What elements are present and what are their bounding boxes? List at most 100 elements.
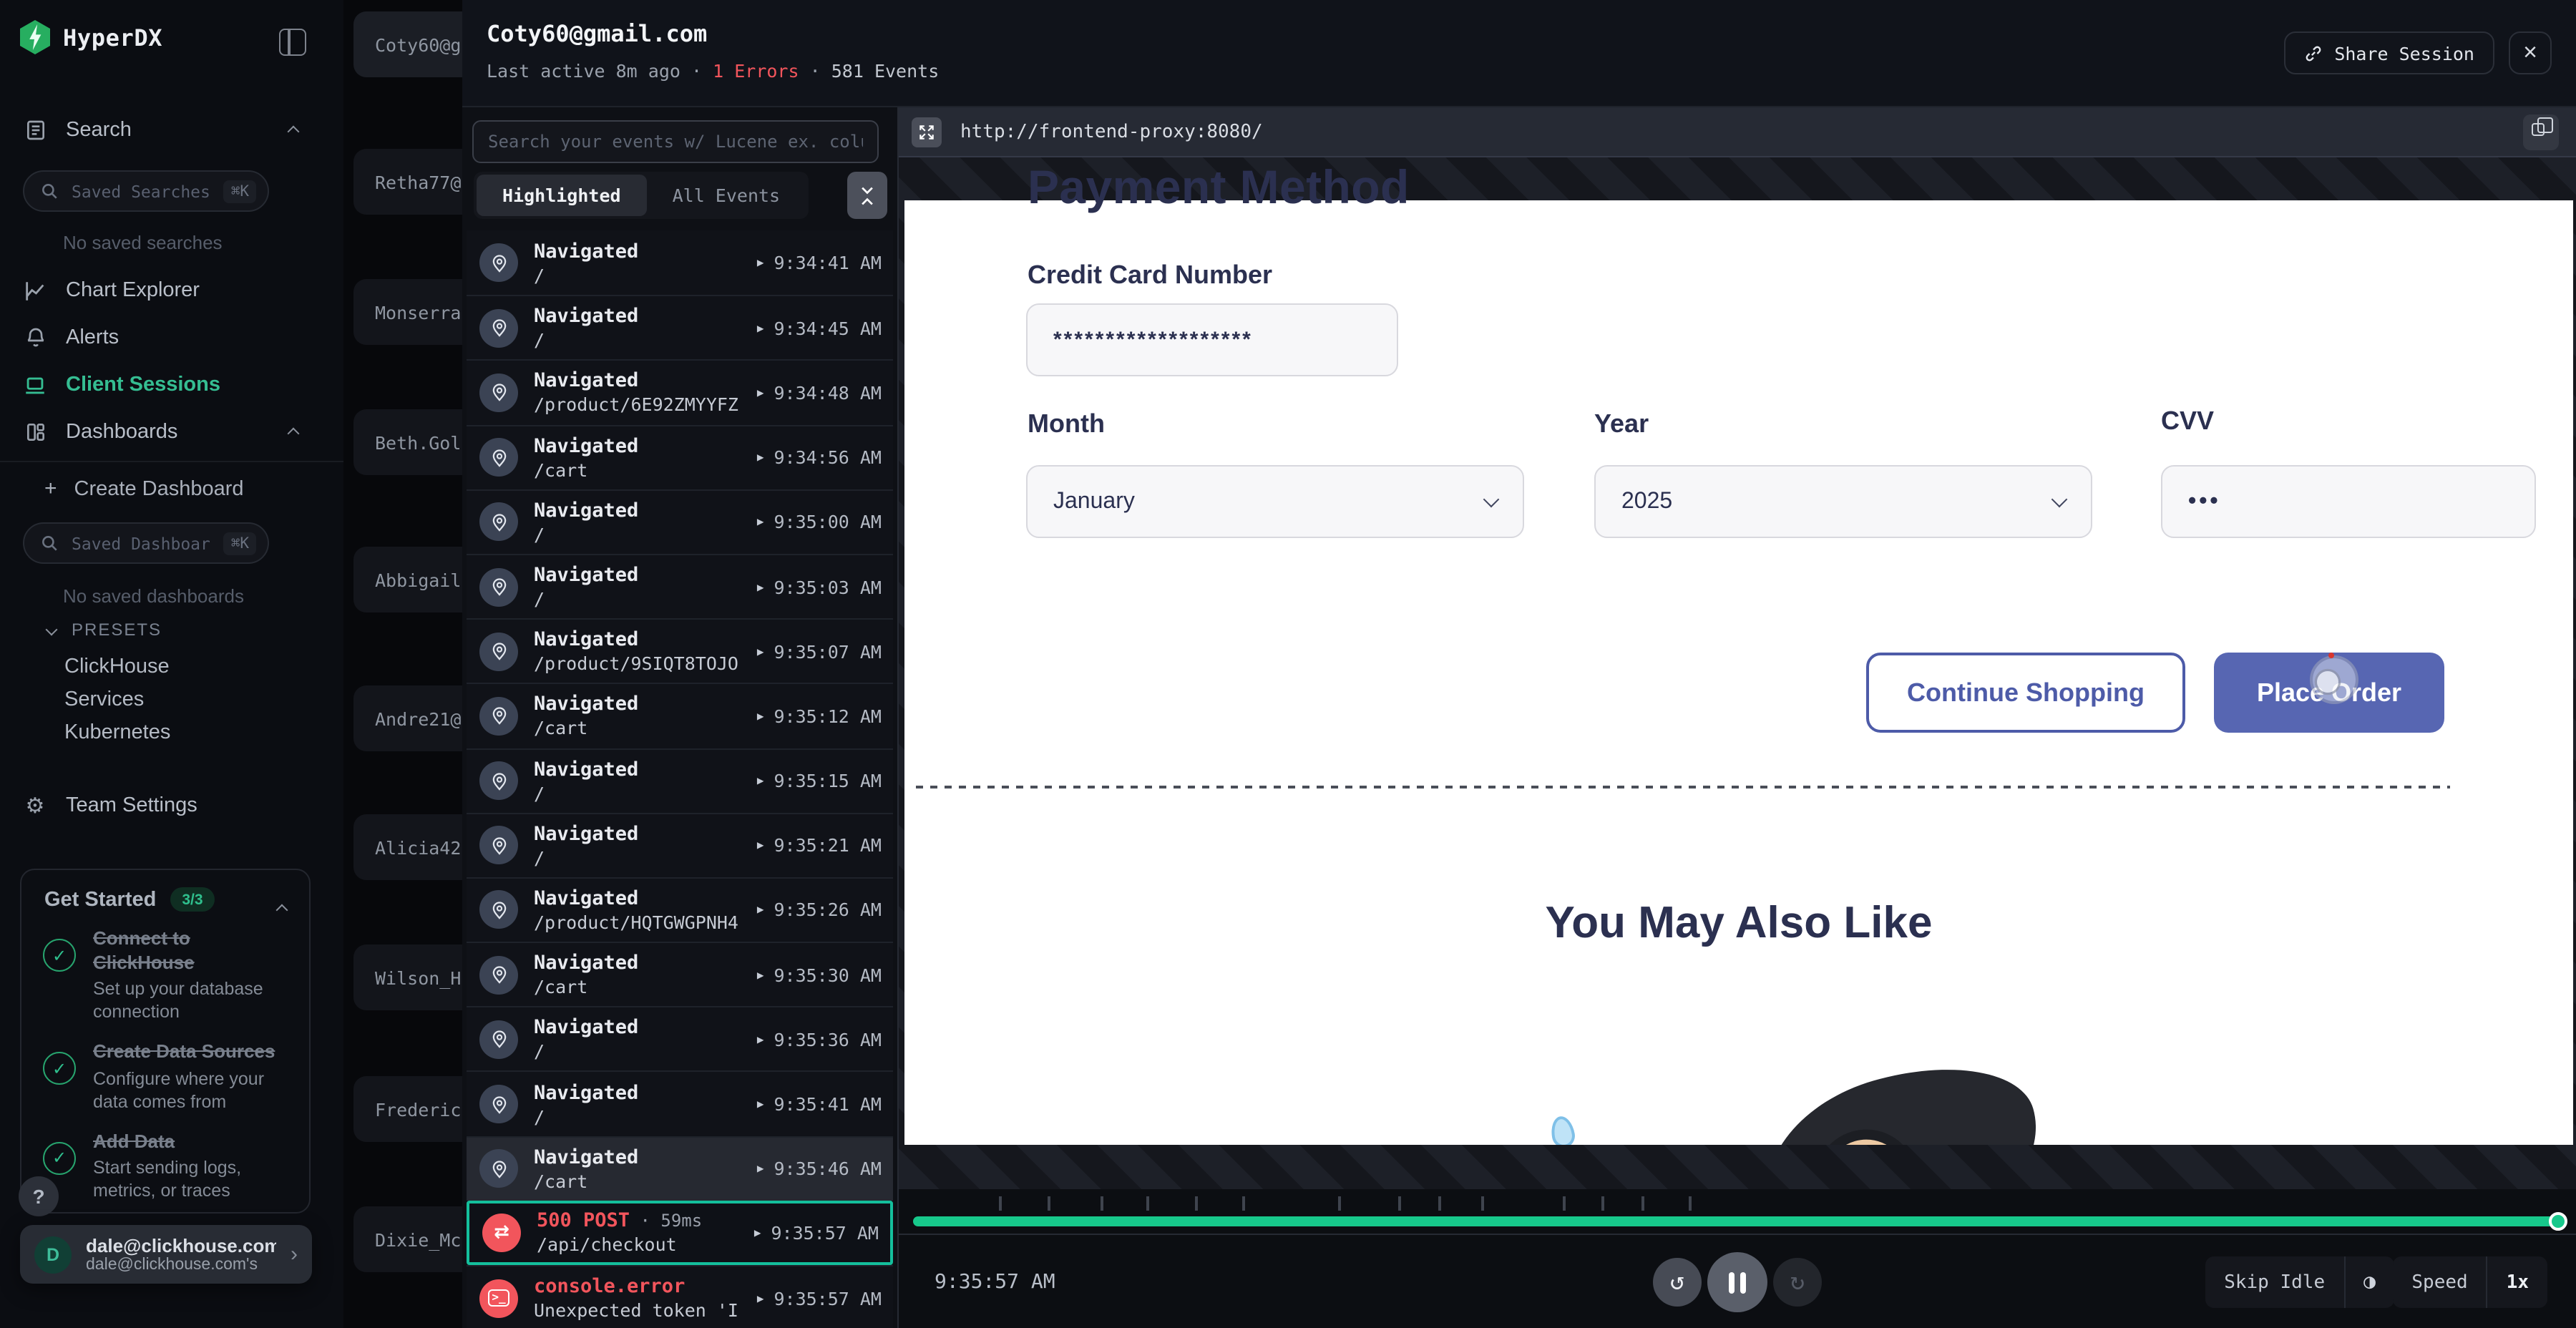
fullscreen-icon[interactable] [912, 117, 942, 147]
play-marker-icon[interactable]: ▶ [757, 968, 764, 981]
play-marker-icon[interactable]: ▶ [757, 774, 764, 787]
sidebar-preset-clickhouse[interactable]: ClickHouse [64, 655, 170, 678]
continue-shopping-button[interactable]: Continue Shopping [1866, 653, 2185, 733]
session-card[interactable]: Wilson_H [353, 944, 462, 1010]
month-value: January [1053, 489, 1135, 514]
credit-card-input[interactable]: ******************* [1026, 303, 1398, 376]
saved-dashboards-pill[interactable]: ⌘K [23, 522, 269, 564]
play-marker-icon[interactable]: ▶ [757, 1098, 764, 1110]
event-row[interactable]: Navigated/▶9:35:00 AM [467, 489, 893, 554]
search-icon [40, 534, 59, 552]
tab-highlighted[interactable]: Highlighted [477, 175, 647, 216]
playback-timeline[interactable] [899, 1189, 2576, 1234]
event-row[interactable]: Navigated/▶9:34:41 AM [467, 230, 893, 295]
sidebar-preset-services[interactable]: Services [64, 688, 144, 711]
skip-idle-toggle-icon[interactable]: ◑ [2345, 1256, 2394, 1308]
session-card[interactable]: Andre21@ [353, 685, 462, 751]
cvv-input[interactable]: ••• [2161, 465, 2536, 538]
speed-control[interactable]: Speed 1x [2393, 1256, 2547, 1308]
event-row[interactable]: Navigated/cart▶9:35:30 AM [467, 942, 893, 1006]
sidebar-item-label: Alerts [66, 326, 119, 349]
sidebar-item-team-settings[interactable]: ⚙ Team Settings [0, 784, 343, 827]
tab-all-events[interactable]: All Events [647, 175, 806, 216]
get-started-item[interactable]: ✓Connect to ClickHouseSet up your databa… [43, 927, 295, 1023]
event-row[interactable]: Navigated/cart▶9:35:46 AM [467, 1136, 893, 1200]
sidebar-item-alerts[interactable]: Alerts [0, 316, 343, 359]
play-marker-icon[interactable]: ▶ [757, 1292, 764, 1304]
events-search-input[interactable] [472, 120, 879, 163]
search-list-icon [23, 118, 47, 142]
play-marker-icon[interactable]: ▶ [757, 904, 764, 917]
chevron-up-icon[interactable] [289, 119, 298, 142]
saved-dashboards-input[interactable] [69, 532, 214, 555]
play-marker-icon[interactable]: ▶ [757, 516, 764, 529]
session-card[interactable]: Monserra [353, 279, 462, 345]
play-marker-icon[interactable]: ▶ [754, 1226, 761, 1239]
event-timestamp: 9:34:45 AM [774, 318, 882, 339]
chevron-up-icon[interactable] [278, 896, 286, 922]
event-row[interactable]: Navigated/▶9:35:03 AM [467, 554, 893, 618]
user-menu[interactable]: D dale@clickhouse.com dale@clickhouse.co… [20, 1225, 312, 1284]
session-card[interactable]: Frederic [353, 1076, 462, 1142]
play-marker-icon[interactable]: ▶ [757, 322, 764, 335]
event-row[interactable]: Navigated/cart▶9:35:12 AM [467, 683, 893, 748]
event-row[interactable]: ⇄500 POST · 59ms/api/checkout▶9:35:57 AM [467, 1201, 893, 1265]
last-active: Last active 8m ago [487, 60, 680, 82]
get-started-item[interactable]: ✓Create Data SourcesConfigure where your… [43, 1040, 295, 1113]
event-row[interactable]: Navigated/▶9:35:21 AM [467, 812, 893, 877]
session-overlay: Coty60@gmail.com Last active 8m ago · 1 … [462, 0, 2576, 1328]
close-icon[interactable]: × [2509, 31, 2552, 74]
rewind-button[interactable]: ↺ [1653, 1258, 1702, 1307]
play-marker-icon[interactable]: ▶ [757, 1033, 764, 1046]
sidebar-item-client-sessions[interactable]: Client Sessions [0, 363, 343, 406]
play-marker-icon[interactable]: ▶ [757, 839, 764, 852]
play-marker-icon[interactable]: ▶ [757, 645, 764, 658]
share-session-button[interactable]: Share Session [2284, 31, 2494, 74]
event-row[interactable]: Navigated/product/6E92ZMYYFZ▶9:34:48 AM [467, 360, 893, 424]
sidebar-item-search[interactable]: Search [0, 109, 343, 152]
event-row[interactable]: Navigated/▶9:35:15 AM [467, 748, 893, 812]
saved-searches-input[interactable] [69, 180, 214, 202]
session-card[interactable]: Coty60@g [353, 11, 462, 77]
help-button[interactable]: ? [19, 1176, 59, 1216]
skip-idle-control[interactable]: Skip Idle ◑ [2205, 1256, 2394, 1308]
location-pin-icon [479, 632, 518, 670]
event-row[interactable]: >_console.errorUnexpected token 'I'…▶9:3… [467, 1265, 893, 1328]
create-dashboard-button[interactable]: + Create Dashboard [44, 477, 244, 501]
sidebar-preset-kubernetes[interactable]: Kubernetes [64, 721, 170, 744]
pause-button[interactable] [1707, 1252, 1767, 1312]
month-select[interactable]: January [1026, 465, 1524, 538]
get-started-item[interactable]: ✓Add DataStart sending logs, metrics, or… [43, 1130, 295, 1202]
forward-button[interactable]: ↻ [1773, 1258, 1822, 1307]
copy-url-button[interactable] [2523, 114, 2559, 150]
event-row[interactable]: Navigated/product/HQTGWGPNH4▶9:35:26 AM [467, 877, 893, 942]
event-row[interactable]: Navigated/▶9:35:36 AM [467, 1007, 893, 1071]
event-row[interactable]: Navigated/cart▶9:34:56 AM [467, 424, 893, 489]
sidebar-item-chart-explorer[interactable]: Chart Explorer [0, 269, 343, 312]
get-started-item-title: Connect to ClickHouse [93, 927, 295, 975]
session-card[interactable]: Alicia42 [353, 814, 462, 880]
play-marker-icon[interactable]: ▶ [757, 710, 764, 723]
session-card[interactable]: Beth.Gol [353, 409, 462, 475]
play-marker-icon[interactable]: ▶ [757, 451, 764, 464]
year-select[interactable]: 2025 [1594, 465, 2092, 538]
saved-searches-pill[interactable]: ⌘K [23, 170, 269, 212]
event-row[interactable]: Navigated/▶9:35:41 AM [467, 1071, 893, 1136]
event-title: Navigated [534, 499, 741, 522]
event-row[interactable]: Navigated/▶9:34:45 AM [467, 295, 893, 359]
collapse-events-icon[interactable] [847, 172, 887, 219]
sidebar-item-dashboards[interactable]: Dashboards [0, 411, 343, 454]
sidebar-collapse-icon[interactable] [279, 29, 306, 56]
session-card[interactable]: Abbigail [353, 547, 462, 612]
event-row[interactable]: Navigated/product/9SIQT8TOJO▶9:35:07 AM [467, 618, 893, 683]
play-marker-icon[interactable]: ▶ [757, 1162, 764, 1175]
play-marker-icon[interactable]: ▶ [757, 256, 764, 269]
playhead-knob[interactable] [2549, 1212, 2567, 1231]
play-marker-icon[interactable]: ▶ [757, 386, 764, 399]
chevron-up-icon[interactable] [289, 421, 298, 444]
progress-bar[interactable] [913, 1216, 2565, 1226]
session-card[interactable]: Dixie_Mc [353, 1206, 462, 1272]
presets-header[interactable]: PRESETS [47, 620, 162, 640]
play-marker-icon[interactable]: ▶ [757, 580, 764, 593]
session-card[interactable]: Retha77@ [353, 149, 462, 215]
